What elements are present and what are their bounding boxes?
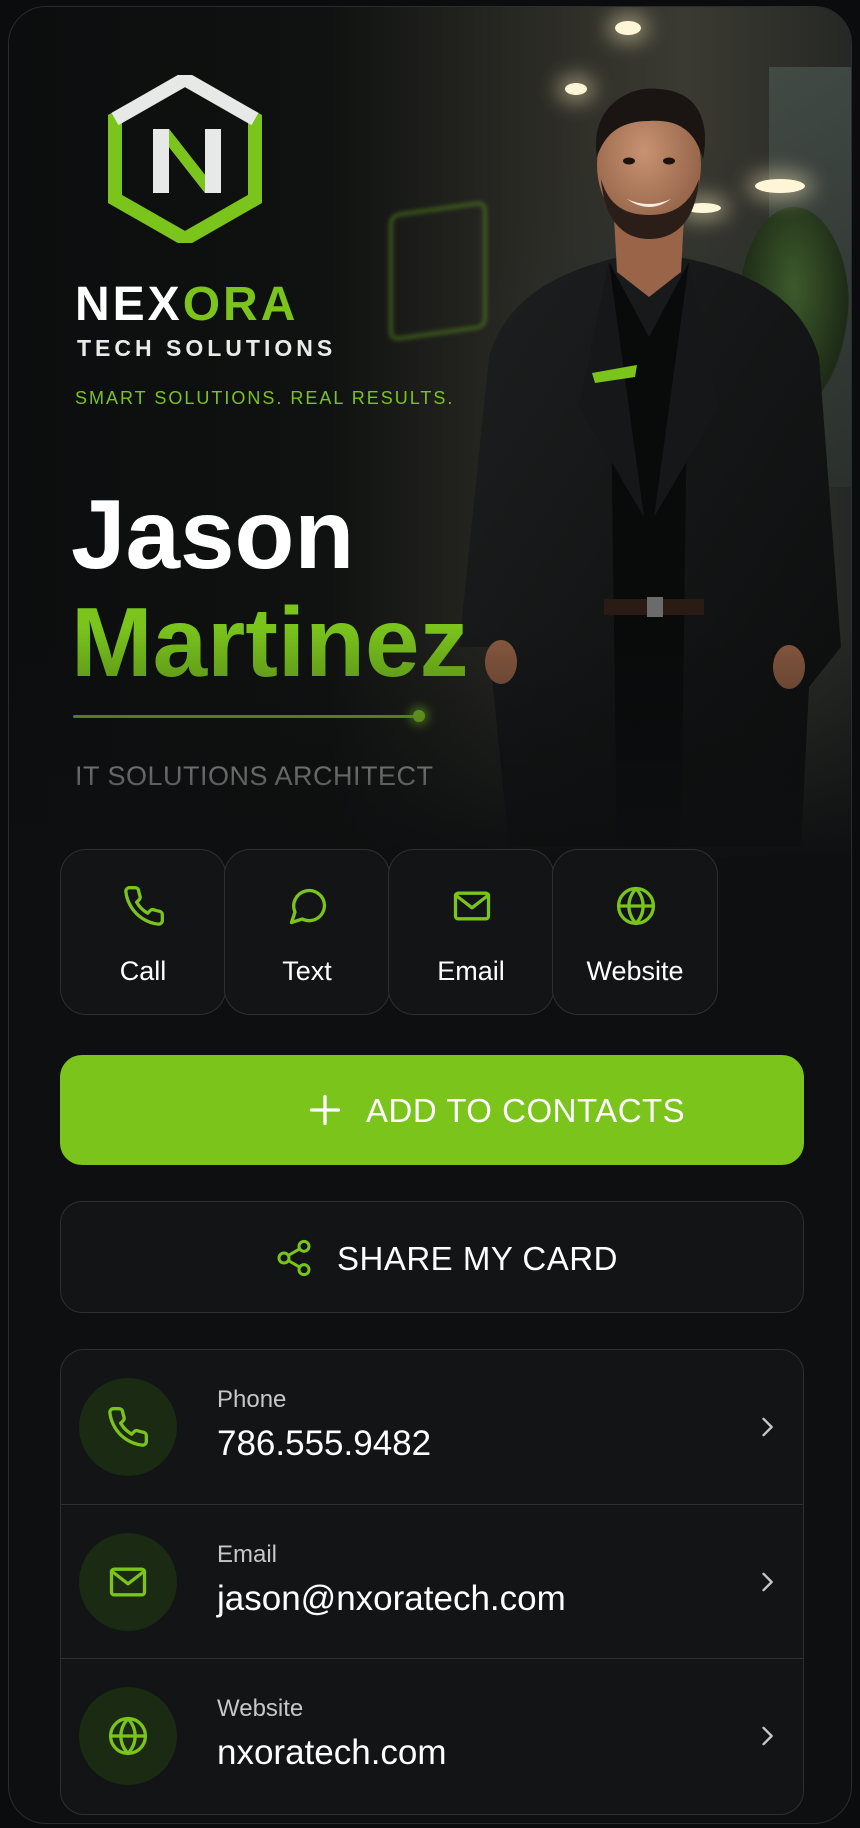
globe-icon xyxy=(616,886,656,926)
website-action-button[interactable]: Website xyxy=(552,849,718,1015)
email-icon-circle xyxy=(79,1533,177,1631)
add-to-contacts-label: ADD TO CONTACTS xyxy=(366,1092,686,1129)
contact-value: jason@nxoratech.com xyxy=(217,1579,566,1618)
contact-row-email[interactable]: Email jason@nxoratech.com xyxy=(61,1504,803,1659)
website-label: Website xyxy=(586,956,684,986)
envelope-icon xyxy=(109,1567,147,1597)
contact-label: Website xyxy=(217,1695,304,1722)
contact-details-list: Phone 786.555.9482 Email jason@nxoratech… xyxy=(60,1349,804,1815)
call-label: Call xyxy=(119,956,167,986)
plus-icon xyxy=(309,1094,341,1126)
brand-tagline: SMART SOLUTIONS. REAL RESULTS. xyxy=(75,388,455,408)
chevron-right-icon xyxy=(762,1726,773,1746)
envelope-icon xyxy=(453,891,491,921)
add-to-contacts-button[interactable]: ADD TO CONTACTS xyxy=(60,1055,804,1165)
hexagon-n-logo xyxy=(108,75,262,243)
phone-icon-circle xyxy=(79,1378,177,1476)
first-name: Jason xyxy=(71,479,355,589)
share-card-button[interactable]: SHARE MY CARD xyxy=(60,1201,804,1313)
phone-icon xyxy=(108,1407,148,1447)
contact-value: 786.555.9482 xyxy=(217,1424,432,1463)
contact-label: Phone xyxy=(217,1386,287,1413)
contact-label: Email xyxy=(217,1541,278,1568)
chat-bubble-icon xyxy=(289,888,327,925)
text-label: Text xyxy=(282,956,332,986)
share-card-label: SHARE MY CARD xyxy=(337,1240,618,1277)
contact-value: nxoratech.com xyxy=(217,1733,447,1772)
share-icon xyxy=(277,1239,311,1277)
chevron-right-icon xyxy=(762,1417,773,1437)
phone-icon xyxy=(124,886,164,926)
brand-name-part1: NEX xyxy=(75,278,183,331)
email-action-button[interactable]: Email xyxy=(388,849,554,1015)
brand-name-part2: ORA xyxy=(182,278,299,331)
brand-name: NEXORA xyxy=(75,277,298,332)
contact-row-phone[interactable]: Phone 786.555.9482 xyxy=(61,1350,803,1504)
contact-row-website[interactable]: Website nxoratech.com xyxy=(61,1658,803,1813)
text-action-button[interactable]: Text xyxy=(224,849,390,1015)
chevron-right-icon xyxy=(762,1572,773,1592)
brand-subtitle: TECH SOLUTIONS xyxy=(77,335,337,361)
email-label: Email xyxy=(437,956,505,986)
globe-icon xyxy=(108,1716,148,1756)
website-icon-circle xyxy=(79,1687,177,1785)
business-card: NEXORA TECH SOLUTIONS SMART SOLUTIONS. R… xyxy=(8,6,852,1824)
call-action-button[interactable]: Call xyxy=(60,849,226,1015)
